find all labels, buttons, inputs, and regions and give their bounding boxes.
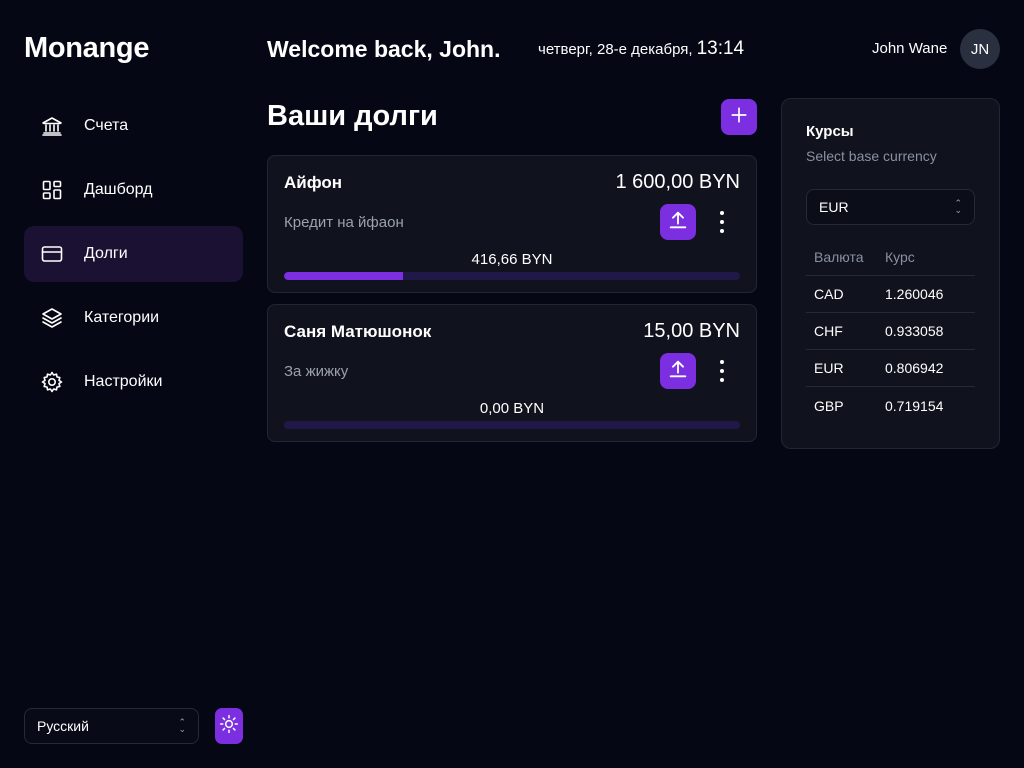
welcome-heading: Welcome back, John. [267, 36, 501, 62]
pay-debt-button[interactable] [660, 204, 696, 240]
debt-progress-bar [284, 272, 740, 280]
currency-code: CAD [814, 286, 844, 302]
currency-rate: 0.719154 [885, 397, 944, 414]
sidebar-item-settings[interactable]: Настройки [24, 354, 243, 410]
current-date: четверг, 28-е декабря, [538, 41, 693, 58]
avatar[interactable]: JN [960, 29, 1000, 69]
table-header-row: Валюта Курс [806, 239, 975, 276]
sidebar-item-categories[interactable]: Категории [24, 290, 243, 346]
base-currency-value: EUR [819, 199, 849, 215]
currency-rate: 0.806942 [885, 360, 944, 376]
theme-toggle-button[interactable] [215, 708, 243, 744]
current-time: 13:14 [696, 38, 745, 59]
layers-icon [40, 306, 64, 330]
debt-card: Саня Матюшонок 15,00 BYN За жижку 0,00 B… [267, 304, 757, 442]
exchange-rates-panel: Курсы Select base currency EUR ⌃ ⌄ Валюта… [781, 98, 1000, 449]
language-value: Русский [37, 718, 89, 734]
bank-icon [40, 114, 64, 138]
debt-card: Айфон 1 600,00 BYN Кредит на йфаон 416,6… [267, 155, 757, 293]
debt-progress-fill [284, 272, 403, 280]
current-datetime: четверг, 28-е декабря, 13:14 [538, 38, 744, 60]
user-name[interactable]: John Wane [872, 40, 947, 57]
currency-code: GBP [814, 397, 844, 414]
more-options-button[interactable] [712, 208, 732, 236]
rates-subtitle: Select base currency [806, 148, 937, 164]
sidebar-item-label: Дашборд [84, 181, 153, 198]
plus-icon [730, 106, 748, 129]
chevron-up-down-icon: ⌃ ⌄ [178, 717, 186, 734]
debt-paid-amount: 0,00 BYN [479, 400, 545, 417]
dashboard-icon [40, 178, 64, 202]
language-select[interactable]: Русский ⌃ ⌄ [24, 708, 199, 744]
debt-progress-bar [284, 421, 740, 429]
sidebar-item-label: Категории [84, 309, 160, 326]
debt-description: Кредит на йфаон [284, 214, 404, 231]
table-row: CAD 1.260046 [806, 276, 975, 313]
currency-rate: 0.933058 [885, 323, 944, 339]
table-row: GBP 0.719154 [806, 387, 975, 424]
column-header-currency: Валюта [814, 249, 864, 265]
sidebar-item-label: Долги [84, 245, 128, 262]
add-debt-button[interactable] [721, 99, 757, 135]
sidebar-item-label: Счета [84, 117, 129, 134]
currency-code: EUR [814, 360, 844, 376]
debt-amount: 1 600,00 BYN [615, 171, 740, 193]
debt-name: Саня Матюшонок [284, 322, 432, 341]
card-icon [40, 242, 64, 266]
currency-code: CHF [814, 323, 843, 339]
sidebar-item-accounts[interactable]: Счета [24, 98, 243, 154]
base-currency-select[interactable]: EUR ⌃ ⌄ [806, 189, 975, 225]
more-vertical-icon [720, 359, 724, 364]
sidebar-item-debts[interactable]: Долги [24, 226, 243, 282]
gear-icon [40, 370, 64, 394]
app-logo: Monange [24, 32, 150, 64]
column-header-rate: Курс [885, 249, 915, 265]
sun-icon [219, 714, 239, 739]
sidebar-nav: Счета Дашборд Долги Категории Настройки [24, 98, 243, 418]
table-row: CHF 0.933058 [806, 313, 975, 350]
sidebar-item-label: Настройки [84, 373, 163, 390]
page-title: Ваши долги [267, 100, 438, 132]
currency-rate: 1.260046 [885, 286, 944, 302]
debt-paid-amount: 416,66 BYN [471, 251, 553, 268]
sidebar-item-dashboard[interactable]: Дашборд [24, 162, 243, 218]
upload-icon [667, 209, 689, 236]
rates-title: Курсы [806, 123, 854, 140]
rates-table: Валюта Курс CAD 1.260046 CHF 0.933058 EU… [806, 239, 975, 424]
debt-description: За жижку [284, 363, 349, 380]
debt-name: Айфон [284, 173, 343, 192]
pay-debt-button[interactable] [660, 353, 696, 389]
debt-amount: 15,00 BYN [643, 320, 740, 342]
table-row: EUR 0.806942 [806, 350, 975, 387]
more-vertical-icon [720, 210, 724, 215]
more-options-button[interactable] [712, 357, 732, 385]
app-root: Monange Счета Дашборд Долги Категории На… [0, 0, 1024, 768]
upload-icon [667, 358, 689, 385]
chevron-up-down-icon: ⌃ ⌄ [954, 198, 962, 215]
